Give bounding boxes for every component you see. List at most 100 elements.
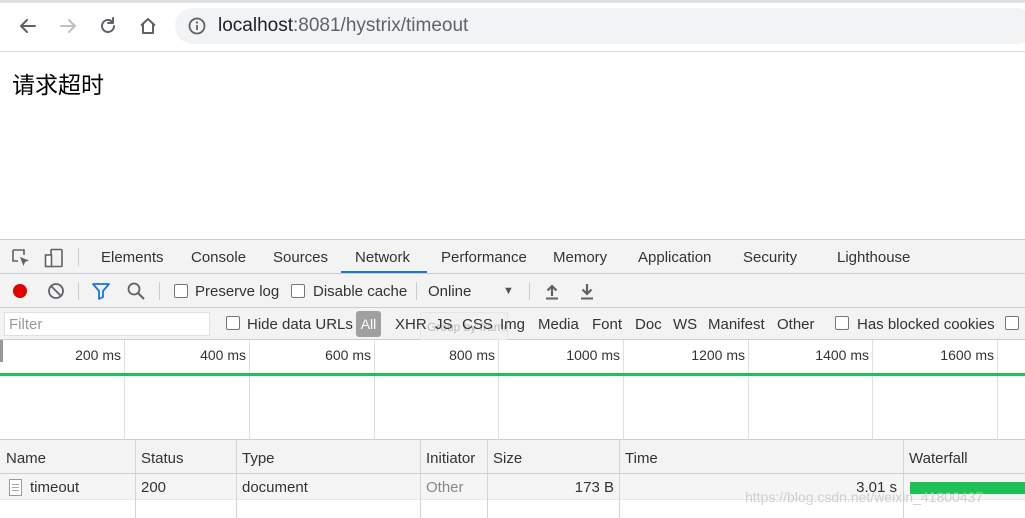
toolbar-divider (78, 282, 79, 300)
filter-type-js[interactable]: JS (435, 316, 453, 333)
record-icon[interactable] (10, 281, 30, 301)
filter-type-manifest[interactable]: Manifest (708, 316, 765, 333)
tab-security[interactable]: Security (743, 249, 797, 266)
devtools-tab-bar: Elements Console Sources Network Perform… (0, 240, 1025, 274)
search-icon[interactable] (126, 281, 146, 301)
tab-strip (0, 0, 1025, 3)
watermark: https://blog.csdn.net/weixin_41800437 (745, 489, 984, 505)
tab-sources[interactable]: Sources (273, 249, 328, 266)
overview-gridline (872, 340, 873, 440)
filter-type-media[interactable]: Media (538, 316, 579, 333)
toolbar-divider (416, 282, 417, 300)
column-divider[interactable] (487, 440, 488, 518)
network-request-table: Name Status Type Initiator Size Time Wat… (0, 440, 1025, 518)
reload-icon (101, 17, 115, 33)
tab-elements[interactable]: Elements (101, 249, 164, 266)
has-blocked-cookies-label: Has blocked cookies (857, 316, 995, 333)
row-status: 200 (141, 479, 167, 496)
filter-type-other[interactable]: Other (777, 316, 815, 333)
home-button[interactable] (133, 11, 163, 41)
reload-button[interactable] (93, 11, 123, 41)
has-blocked-cookies-checkbox[interactable] (835, 316, 849, 330)
tab-memory[interactable]: Memory (553, 249, 607, 266)
toolbar-divider (159, 282, 160, 300)
filter-bar: Filter Hide data URLs All Group by frame… (0, 308, 1025, 340)
overview-gridline (498, 340, 499, 440)
filter-type-font[interactable]: Font (592, 316, 622, 333)
device-toolbar-icon[interactable] (44, 248, 64, 268)
column-divider[interactable] (236, 440, 237, 518)
overview-tick-label: 400 ms (200, 347, 246, 363)
preserve-log-checkbox[interactable] (174, 284, 188, 298)
filter-icon[interactable] (91, 281, 111, 301)
document-icon (9, 479, 22, 496)
column-divider[interactable] (420, 440, 421, 518)
hide-data-urls-checkbox[interactable] (226, 316, 240, 330)
overview-gridline (249, 340, 250, 440)
tab-application[interactable]: Application (638, 249, 711, 266)
overview-tick-label: 800 ms (449, 347, 495, 363)
address-bar[interactable]: localhost:8081/hystrix/timeout (175, 8, 1025, 44)
clear-icon[interactable] (46, 281, 66, 301)
column-header-type[interactable]: Type (242, 450, 275, 467)
overview-tick-label: 1200 ms (691, 347, 745, 363)
devtools-panel: Elements Console Sources Network Perform… (0, 239, 1025, 518)
network-toolbar: Preserve log Disable cache Online ▼ (0, 274, 1025, 308)
column-divider[interactable] (903, 440, 904, 518)
row-type: document (242, 479, 308, 496)
export-har-icon[interactable] (577, 281, 597, 301)
column-divider[interactable] (135, 440, 136, 518)
active-tab-indicator (341, 271, 427, 273)
filter-input[interactable]: Filter (4, 312, 210, 336)
url-host: localhost (218, 15, 293, 36)
overview-gridline (623, 340, 624, 440)
hide-data-urls-label: Hide data URLs (247, 316, 353, 333)
url-path: :8081/hystrix/timeout (293, 15, 469, 36)
inspect-element-icon[interactable] (11, 248, 31, 268)
tab-network[interactable]: Network (355, 249, 410, 266)
back-button[interactable] (13, 11, 43, 41)
column-header-status[interactable]: Status (141, 450, 184, 467)
column-header-name[interactable]: Name (6, 450, 46, 467)
back-arrow-icon (20, 19, 36, 33)
home-icon (140, 18, 156, 34)
tab-divider (78, 248, 79, 266)
column-header-initiator[interactable]: Initiator (426, 450, 475, 467)
info-icon[interactable] (187, 16, 207, 36)
filter-type-css[interactable]: CSS (462, 316, 493, 333)
preserve-log-label: Preserve log (195, 283, 280, 300)
overview-tick-label: 1600 ms (940, 347, 994, 363)
tab-performance[interactable]: Performance (441, 249, 527, 266)
tab-lighthouse[interactable]: Lighthouse (837, 249, 910, 266)
filter-type-img[interactable]: Img (500, 316, 525, 333)
forward-arrow-icon (60, 19, 76, 33)
row-name[interactable]: timeout (30, 479, 79, 496)
network-overview[interactable]: 200 ms 400 ms 600 ms 800 ms 1000 ms 1200… (0, 340, 1025, 440)
blocked-requests-checkbox[interactable] (1005, 316, 1019, 330)
tab-console[interactable]: Console (191, 249, 246, 266)
table-header: Name Status Type Initiator Size Time Wat… (0, 440, 1025, 474)
overview-tick-label: 1000 ms (566, 347, 620, 363)
disable-cache-label: Disable cache (313, 283, 408, 300)
overview-tick-label: 1400 ms (815, 347, 869, 363)
overview-timeline-bar (0, 373, 1025, 376)
column-divider[interactable] (619, 440, 620, 518)
column-header-size[interactable]: Size (493, 450, 522, 467)
disable-cache-checkbox[interactable] (291, 284, 305, 298)
throttling-select[interactable]: Online (428, 283, 471, 300)
filter-type-all[interactable]: All (356, 311, 381, 337)
dropdown-arrow-icon: ▼ (503, 285, 514, 297)
page-message: 请求超时 (12, 73, 104, 99)
overview-tick-label: 200 ms (75, 347, 121, 363)
import-har-icon[interactable] (542, 281, 562, 301)
overview-tick-label: 600 ms (325, 347, 371, 363)
forward-button[interactable] (53, 11, 83, 41)
url-text[interactable]: localhost:8081/hystrix/timeout (218, 15, 468, 37)
filter-type-ws[interactable]: WS (673, 316, 697, 333)
column-header-waterfall[interactable]: Waterfall (909, 450, 968, 467)
row-size: 173 B (574, 479, 614, 496)
filter-type-xhr[interactable]: XHR (395, 316, 427, 333)
overview-gridline (124, 340, 125, 440)
filter-type-doc[interactable]: Doc (635, 316, 662, 333)
column-header-time[interactable]: Time (625, 450, 658, 467)
